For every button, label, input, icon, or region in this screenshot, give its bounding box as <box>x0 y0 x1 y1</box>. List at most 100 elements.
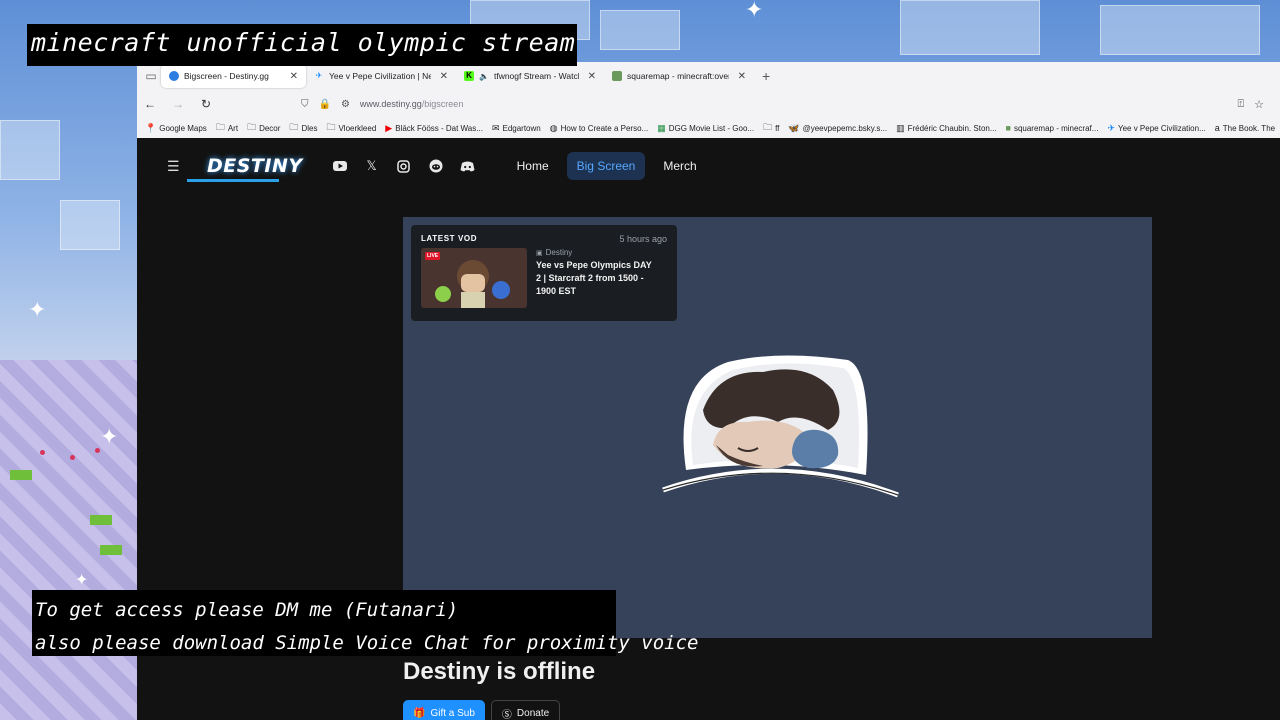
tab-bigscreen[interactable]: Bigscreen - Destiny.gg ✕ <box>161 64 306 88</box>
bluesky-icon: ✈ <box>1107 122 1115 133</box>
reddit-icon[interactable] <box>427 157 445 175</box>
muted-speaker-icon[interactable]: 🔈 <box>479 72 489 81</box>
bookmark-art[interactable]: 🗀 Art <box>216 120 238 136</box>
permissions-icon[interactable]: ⚙ <box>341 99 350 110</box>
sheets-icon: ▦ <box>657 122 666 133</box>
youtube-icon[interactable] <box>331 157 349 175</box>
destiny-logo[interactable]: DESTINY <box>187 155 303 182</box>
bookmark-label: Edgartown <box>502 123 541 133</box>
reload-icon[interactable]: ↻ <box>199 97 213 111</box>
donate-button[interactable]: Ⓢ Donate <box>490 700 561 720</box>
tab-squaremap[interactable]: squaremap - minecraft:overwor ✕ <box>604 64 754 88</box>
gift-sub-button[interactable]: 🎁 Gift a Sub <box>403 700 485 720</box>
bookmark-yee-v-pepe[interactable]: ✈ Yee v Pepe Civilization... <box>1107 123 1205 134</box>
tab-kick-stream[interactable]: K 🔈 tfwnogf Stream - Watch Liv ✕ <box>456 64 604 88</box>
latest-vod-label: LATEST VOD <box>421 234 478 243</box>
bookmark-squaremap[interactable]: ■ squaremap - minecraf... <box>1006 123 1099 133</box>
bookmark-the-book[interactable]: a The Book. The <box>1215 123 1275 133</box>
bookmark-dgg-movie-list[interactable]: ▦ DGG Movie List - Goo... <box>657 123 754 134</box>
bookmark-ff[interactable]: 🗀 ff <box>763 120 779 136</box>
close-tab-icon[interactable]: ✕ <box>738 71 746 82</box>
channel-name: Destiny <box>545 248 573 257</box>
kick-favicon-icon: K <box>464 71 474 81</box>
bookmark-bluesky[interactable]: 🦋 @yeevpepemc.bsky.s... <box>788 123 887 134</box>
bookmark-how-to-create[interactable]: ◍ How to Create a Perso... <box>550 123 648 134</box>
logo-underline <box>187 179 279 182</box>
sky-block <box>0 120 60 180</box>
forward-arrow-icon[interactable]: → <box>171 97 185 111</box>
lock-icon[interactable]: 🔒 <box>319 99 331 110</box>
bookmark-label: Decor <box>259 123 281 133</box>
hamburger-menu-icon[interactable]: ☰ <box>167 158 187 175</box>
bookmark-decor[interactable]: 🗀 Decor <box>247 120 280 136</box>
donate-label: Donate <box>516 707 550 719</box>
grass-tuft <box>10 470 32 480</box>
vod-thumbnail[interactable]: LIVE <box>421 248 527 308</box>
bookmark-label: How to Create a Perso... <box>560 123 649 133</box>
envelope-icon: ✉ <box>491 122 500 133</box>
book-icon: ▥ <box>896 122 905 133</box>
shield-icon[interactable]: ⛉ <box>301 99 309 110</box>
folder-icon: 🗀 <box>247 122 257 132</box>
sparkle-icon: ✦ <box>28 298 47 323</box>
bookmark-black-fooss[interactable]: ▶ Blāck Fööss - Dat Was... <box>385 123 483 134</box>
close-tab-icon[interactable]: ✕ <box>440 71 448 82</box>
url-bar[interactable]: ⛉ 🔒 ⚙ www.destiny.gg/bigscreen ⍐ ☆ <box>301 98 1274 111</box>
globe-icon: ◍ <box>549 122 558 133</box>
site-header: ☰ DESTINY 𝕏 Home Big Screen Merch <box>137 138 1280 194</box>
video-player[interactable]: LATEST VOD 5 hours ago LIVE ▣ Destiny Ye… <box>403 217 1152 638</box>
bookmark-label: Vloerkleed <box>338 123 377 133</box>
tab-list-button[interactable]: ▭ <box>141 66 161 86</box>
bookmark-chaubin[interactable]: ▥ Frédéric Chaubin. Ston... <box>896 123 996 134</box>
tab-title: tfwnogf Stream - Watch Liv <box>493 71 579 81</box>
instagram-icon[interactable] <box>395 157 413 175</box>
main-menu: Home Big Screen Merch <box>507 152 707 180</box>
bookmark-label: Yee v Pepe Civilization... <box>1117 123 1206 133</box>
dollar-coin-icon: Ⓢ <box>501 709 512 720</box>
nav-big-screen[interactable]: Big Screen <box>566 152 646 180</box>
vod-channel: ▣ Destiny <box>536 248 656 257</box>
close-tab-icon[interactable]: ✕ <box>588 71 596 82</box>
folder-icon: 🗀 <box>326 122 336 132</box>
nav-home[interactable]: Home <box>507 152 559 180</box>
sparkle-icon: ✦ <box>75 570 89 589</box>
bookmark-label: @yeevpepemc.bsky.s... <box>802 123 888 133</box>
latest-vod-card[interactable]: LATEST VOD 5 hours ago LIVE ▣ Destiny Ye… <box>411 225 677 321</box>
bookmark-label: squaremap - minecraf... <box>1013 123 1099 133</box>
grass-tuft <box>90 515 112 525</box>
close-tab-icon[interactable]: ✕ <box>290 71 298 82</box>
access-info-caption: To get access please DM me (Futanari) al… <box>32 590 698 656</box>
bookmark-edgartown[interactable]: ✉ Edgartown <box>492 123 541 134</box>
folder-icon: 🗀 <box>289 122 299 132</box>
x-icon[interactable]: 𝕏 <box>363 157 381 175</box>
reader-view-icon[interactable]: ⍐ <box>1238 98 1245 111</box>
live-badge: LIVE <box>425 252 441 260</box>
caption-line-1: To get access please DM me (Futanari) <box>35 599 459 621</box>
ground-blocks <box>0 360 140 720</box>
bookmark-label: Google Maps <box>159 123 207 133</box>
tab-title: Yee v Pepe Civilization | Networ <box>329 71 431 81</box>
vod-title[interactable]: Yee vs Pepe Olympics DAY 2 | Starcraft 2… <box>536 259 656 298</box>
offline-heading: Destiny is offline <box>403 658 596 685</box>
tab-yee-v-pepe[interactable]: ✈ Yee v Pepe Civilization | Networ ✕ <box>306 64 456 88</box>
url-text[interactable]: www.destiny.gg/bigscreen <box>360 99 463 109</box>
back-arrow-icon[interactable]: ← <box>143 97 157 111</box>
bookmark-star-icon[interactable]: ☆ <box>1254 98 1264 111</box>
tab-title: Bigscreen - Destiny.gg <box>184 71 269 81</box>
nav-merch[interactable]: Merch <box>653 152 706 180</box>
sky-block <box>1100 5 1260 55</box>
bluesky-favicon-icon: ✈ <box>315 71 323 80</box>
youtube-small-icon: ▣ <box>536 249 543 257</box>
bookmark-google-maps[interactable]: 📍 Google Maps <box>145 123 207 134</box>
caption-line-2: also please download Simple Voice Chat f… <box>35 632 699 654</box>
sleeping-offline-art <box>662 355 899 498</box>
tab-bar: ▭ Bigscreen - Destiny.gg ✕ ✈ Yee v Pepe … <box>137 62 1280 90</box>
bookmark-vloerkleed[interactable]: 🗀 Vloerkleed <box>326 120 376 136</box>
sky-block <box>600 10 680 50</box>
squaremap-icon: ■ <box>1005 123 1011 133</box>
sky-block <box>900 0 1040 55</box>
bookmark-dles[interactable]: 🗀 Dles <box>289 120 317 136</box>
stream-title-caption: minecraft unofficial olympic stream <box>27 24 578 66</box>
discord-icon[interactable] <box>459 157 477 175</box>
new-tab-button[interactable]: + <box>762 68 770 84</box>
